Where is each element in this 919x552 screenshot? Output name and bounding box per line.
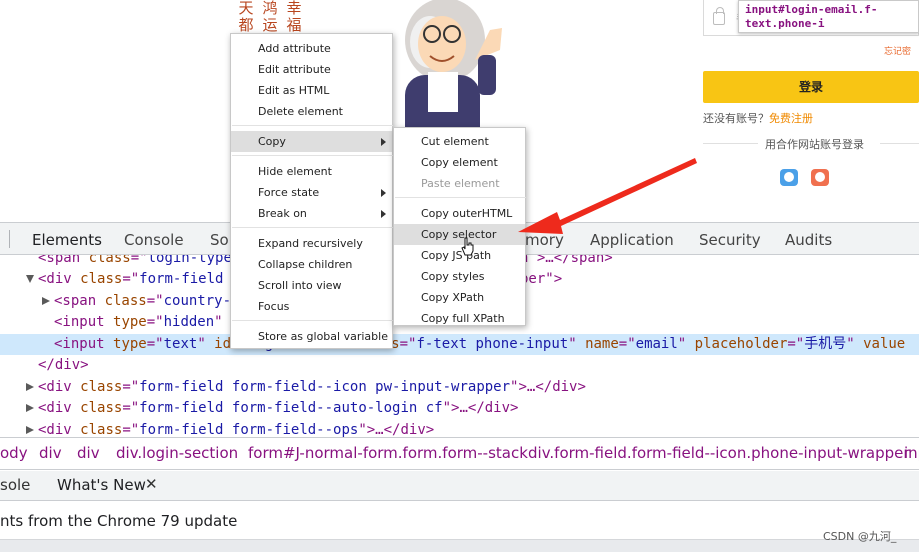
dom-node-tail: per"> [520,271,563,287]
no-account-text: 还没有账号？免费注册 [703,112,813,125]
menu-item-scroll-into-view[interactable]: Scroll into view [231,275,392,296]
dom-node-text: <div class="form-field form-field--ops">… [38,422,435,437]
expand-caret-icon[interactable] [26,404,34,412]
menu-item-break-on[interactable]: Break on [231,203,392,224]
dom-node-tail: n >…</span> [520,255,613,266]
pointer-cursor-icon [461,237,474,256]
watermark: CSDN @九河_ [823,530,897,543]
menu-item-copy-js-path[interactable]: Copy JS path [394,245,525,266]
tab-application[interactable]: Application [590,231,674,249]
breadcrumb-item[interactable]: div.form-field.form-field--icon.phone-in… [528,438,910,469]
register-link[interactable]: 免费注册 [769,112,813,125]
menu-item-copy-styles[interactable]: Copy styles [394,266,525,287]
partner-login-label: 用合作网站账号登录 [765,138,864,151]
tab-security[interactable]: Security [699,231,761,249]
menu-item-expand-recursively[interactable]: Expand recursively [231,233,392,254]
breadcrumb-item[interactable]: div [77,438,100,469]
dom-node-text: <div class="form-field [38,271,224,287]
breadcrumb-item[interactable]: div.login-section [116,438,238,469]
menu-item-copy-outerhtml[interactable]: Copy outerHTML [394,203,525,224]
submenu-arrow-icon [381,210,386,218]
menu-item-focus[interactable]: Focus [231,296,392,317]
menu-item-copy-selector[interactable]: Copy selector [394,224,525,245]
dom-node-text: <input type="hidden" [54,314,223,330]
menu-item-hide-element[interactable]: Hide element [231,161,392,182]
tab-elements[interactable]: Elements [32,231,102,249]
expand-caret-icon[interactable] [26,383,34,391]
drawer-tabbar: sole What's New ✕ [0,471,919,501]
whats-new-headline: nts from the Chrome 79 update [0,512,238,530]
tab-audits[interactable]: Audits [785,231,832,249]
breadcrumb: ody div div div.login-section form#J-nor… [0,437,919,470]
menu-item-paste-element: Paste element [421,177,500,190]
dom-node-line[interactable]: <div class="form-field form-field--icon … [0,377,919,398]
poem-column-2: 鸿 运 [262,0,278,34]
drawer-tab-console[interactable]: sole [0,476,30,494]
login-button[interactable]: 登录 [703,71,919,103]
menu-separator [232,155,393,156]
menu-item-collapse-children[interactable]: Collapse children [231,254,392,275]
dom-node-text: <span class="login-type... [38,255,257,266]
expand-caret-icon[interactable] [42,297,50,305]
context-menu: Add attribute Edit attribute Edit as HTM… [230,33,393,349]
poem-column-3: 幸 福 [286,0,302,34]
dom-node-text: <input type="text" id="login-email" clas… [54,336,906,352]
menu-separator [232,125,393,126]
tabbar-separator [9,230,10,248]
menu-item-copy-element[interactable]: Copy element [394,152,525,173]
menu-separator [232,227,393,228]
lock-icon [713,7,725,25]
element-inspect-tooltip: input#login-email.f-text.phone-i t [738,0,919,33]
dom-node-text: </div> [38,357,89,373]
breadcrumb-item[interactable]: inp [904,438,919,469]
forget-password-link[interactable]: 忘记密 [884,44,911,57]
collapse-caret-icon[interactable] [26,275,34,283]
menu-item-store-global[interactable]: Store as global variable [231,326,392,347]
menu-item-delete-element[interactable]: Delete element [231,101,392,122]
dom-node-line[interactable]: <div class="form-field form-field--auto-… [0,398,919,419]
submenu-arrow-icon [381,138,386,146]
divider-right [880,143,919,144]
menu-separator [395,197,526,198]
breadcrumb-item[interactable]: div [39,438,62,469]
menu-item-copy-full-xpath[interactable]: Copy full XPath [394,308,525,329]
breadcrumb-item[interactable]: form#J-normal-form.form.form--stack [248,438,528,469]
drawer-tab-whats-new[interactable]: What's New [57,476,146,494]
close-icon[interactable]: ✕ [145,475,158,493]
menu-item-copy-xpath[interactable]: Copy XPath [394,287,525,308]
whats-new-panel: nts from the Chrome 79 update [0,502,919,552]
dom-node-text: <div class="form-field form-field--icon … [38,379,586,395]
menu-item-copy[interactable]: Copy [231,131,392,152]
dom-node-text: <div class="form-field form-field--auto-… [38,400,519,416]
tab-console[interactable]: Console [124,231,184,249]
dom-node-text: <span class="country- [54,293,232,309]
divider-left [703,143,758,144]
weibo-login-icon[interactable] [811,169,829,186]
drawer-bottom-bar [0,539,919,552]
poem-column-1: 天 都 [238,0,254,34]
menu-item-add-attribute[interactable]: Add attribute [231,38,392,59]
menu-item-cut-element[interactable]: Cut element [394,131,525,152]
menu-item-edit-as-html[interactable]: Edit as HTML [231,80,392,101]
dom-node-line[interactable]: </div> [0,355,919,376]
breadcrumb-item[interactable]: ody [0,438,28,469]
dom-node-line[interactable]: <input type="text" id="login-email" clas… [0,334,919,355]
copy-submenu: Cut element Copy element Paste element C… [393,127,526,326]
menu-item-edit-attribute[interactable]: Edit attribute [231,59,392,80]
menu-separator [232,320,393,321]
expand-caret-icon[interactable] [26,426,34,434]
dom-node-line[interactable]: <div class="form-field form-field--ops">… [0,420,919,437]
submenu-arrow-icon [381,189,386,197]
menu-item-force-state[interactable]: Force state [231,182,392,203]
tab-memory[interactable]: mory [525,231,564,249]
qq-login-icon[interactable] [780,169,798,186]
